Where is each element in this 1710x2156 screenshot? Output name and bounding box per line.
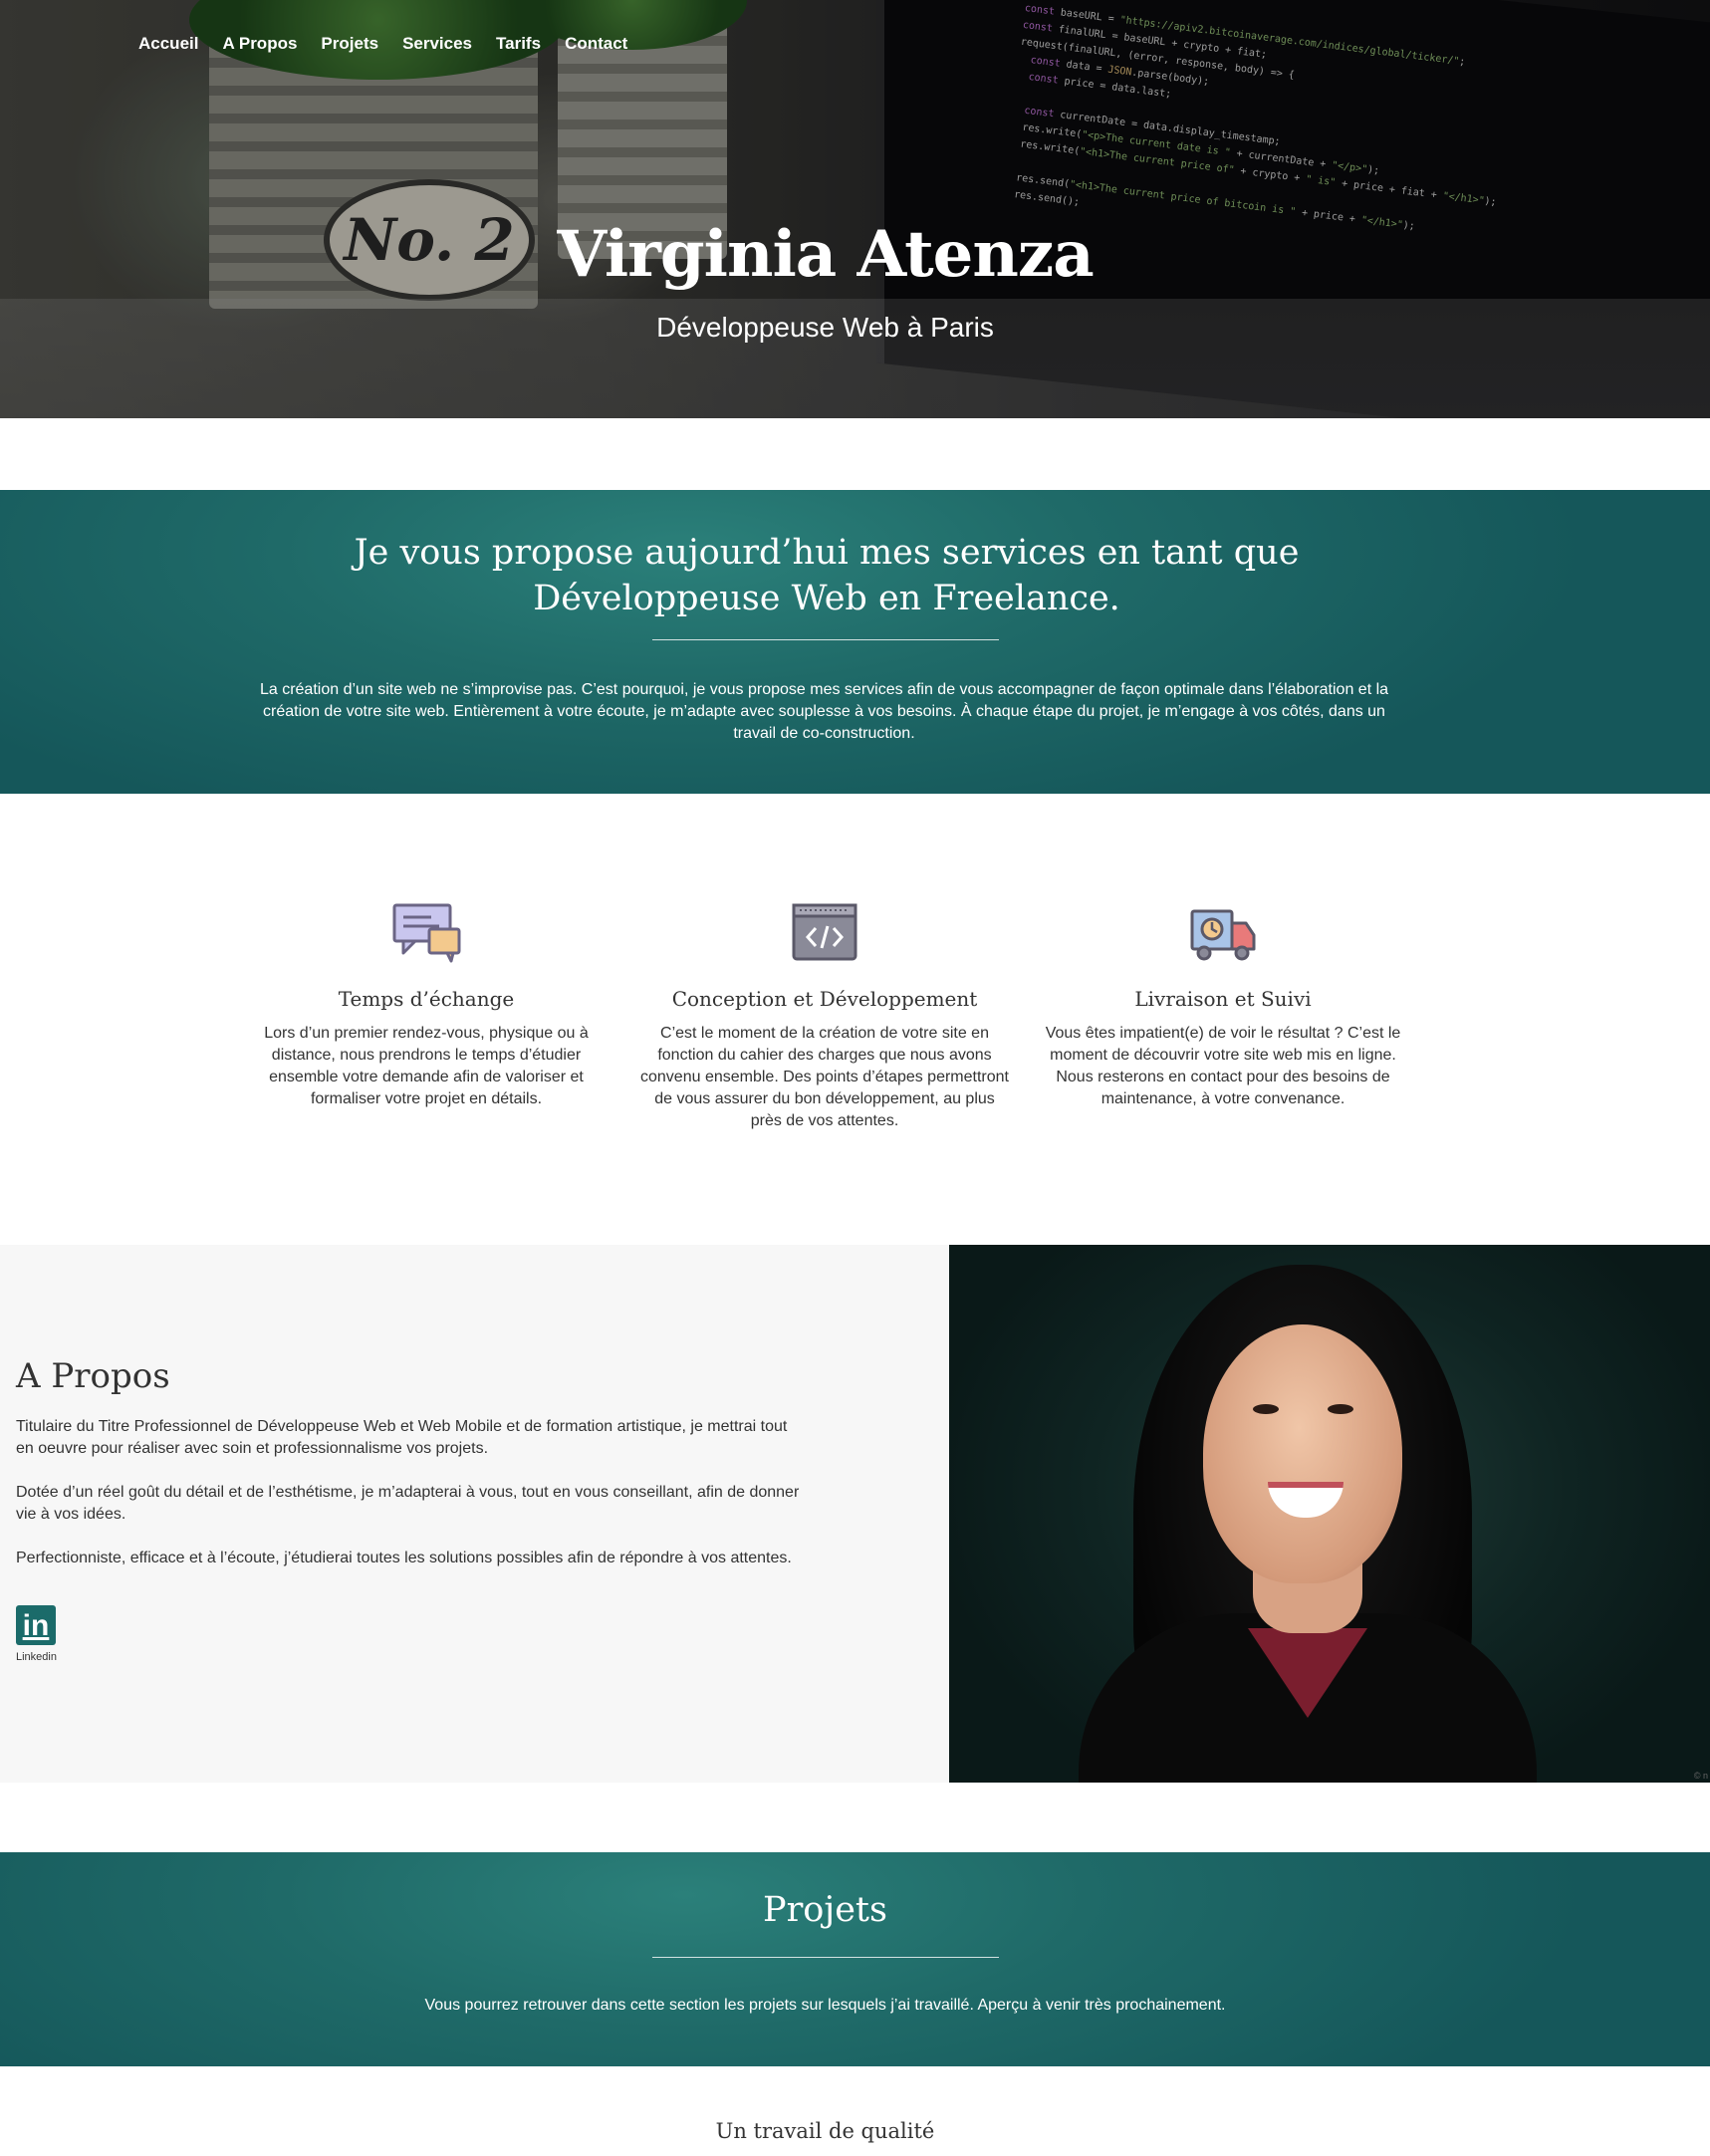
photo-credit: © n xyxy=(1693,1771,1708,1781)
main-nav: Accueil A Propos Projets Services Tarifs… xyxy=(126,30,639,58)
portrait-photo: © n xyxy=(949,1245,1710,1783)
about-paragraph: Dotée d’un réel goût du détail et de l’e… xyxy=(16,1484,800,1523)
service-title: Temps d’échange xyxy=(338,987,515,1011)
service-text: C’est le moment de la création de votre … xyxy=(640,1025,1009,1129)
chat-bubbles-icon xyxy=(392,903,461,963)
about-heading: A Propos xyxy=(16,1356,170,1396)
intro-heading: Je vous propose aujourd’hui mes services… xyxy=(354,533,1300,618)
intro-section: Je vous propose aujourd’hui mes services… xyxy=(0,490,1710,794)
service-card-livraison: Livraison et Suivi Vous êtes impatient(e… xyxy=(1039,901,1407,1110)
intro-text: La création d’un site web ne s’improvise… xyxy=(259,681,1389,742)
about-paragraph: Perfectionniste, efficace et à l’écoute,… xyxy=(16,1550,792,1566)
quality-heading: Un travail de qualité xyxy=(715,2119,935,2143)
hero-banner: No. 2 const baseURL = "https://apiv2.bit… xyxy=(0,0,1710,418)
nav-link-accueil[interactable]: Accueil xyxy=(126,30,210,58)
hero-subtitle: Développeuse Web à Paris xyxy=(656,312,994,343)
nav-link-a-propos[interactable]: A Propos xyxy=(210,30,309,58)
nav-link-projets[interactable]: Projets xyxy=(309,30,390,58)
projects-heading: Projets xyxy=(763,1890,887,1930)
divider xyxy=(652,1957,999,1958)
projects-section: Projets Vous pourrez retrouver dans cett… xyxy=(0,1852,1710,2066)
divider xyxy=(652,639,999,640)
service-text: Vous êtes impatient(e) de voir le résult… xyxy=(1045,1025,1401,1107)
nav-link-services[interactable]: Services xyxy=(390,30,484,58)
delivery-truck-icon xyxy=(1190,909,1256,961)
service-title: Conception et Développement xyxy=(671,987,978,1011)
linkedin-label: Linkedin xyxy=(16,1651,57,1663)
code-window-icon xyxy=(792,903,857,961)
nav-link-tarifs[interactable]: Tarifs xyxy=(484,30,553,58)
hero-title: Virginia Atenza xyxy=(557,217,1094,292)
about-paragraph: Titulaire du Titre Professionnel de Déve… xyxy=(16,1418,788,1457)
service-card-conception: Conception et Développement C’est le mom… xyxy=(640,901,1009,1132)
about-section: A Propos Titulaire du Titre Professionne… xyxy=(0,1245,949,1783)
linkedin-icon[interactable]: in xyxy=(16,1605,56,1645)
projects-text: Vous pourrez retrouver dans cette sectio… xyxy=(424,1997,1226,2014)
service-text: Lors d’un premier rendez-vous, physique … xyxy=(264,1025,589,1107)
service-title: Livraison et Suivi xyxy=(1134,987,1312,1011)
nav-link-contact[interactable]: Contact xyxy=(553,30,639,58)
service-card-echange: Temps d’échange Lors d’un premier rendez… xyxy=(242,901,611,1110)
